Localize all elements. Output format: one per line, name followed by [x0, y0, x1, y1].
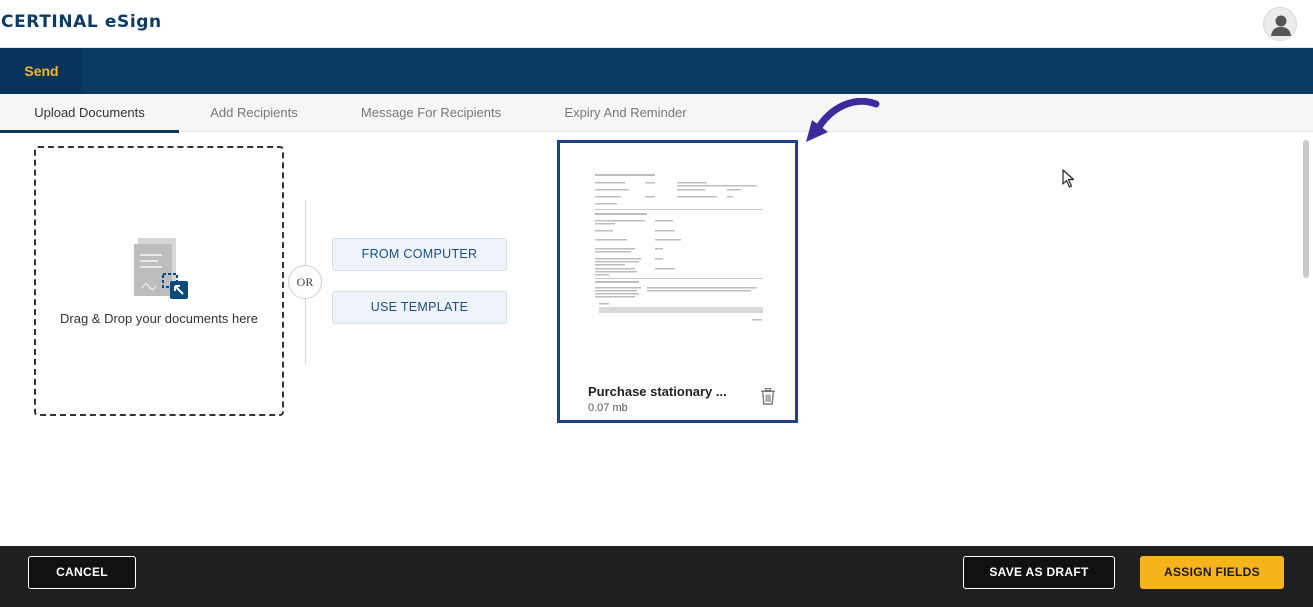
main-nav: Send [0, 48, 1313, 94]
cancel-button[interactable]: CANCEL [28, 556, 136, 589]
or-separator: OR [288, 265, 322, 299]
document-name: Purchase stationary ... [588, 384, 727, 399]
document-dropzone[interactable]: Drag & Drop your documents here [34, 146, 284, 416]
annotation-arrow-icon [806, 98, 880, 142]
esign-app: CERTINAL eSign Send Upload Documents Add… [0, 0, 1313, 607]
app-logo: CERTINAL eSign [1, 12, 162, 32]
step-tabs: Upload Documents Add Recipients Message … [0, 94, 1313, 133]
dropzone-label: Drag & Drop your documents here [60, 311, 258, 326]
footer-bar: CANCEL SAVE AS DRAFT ASSIGN FIELDS [0, 546, 1313, 607]
use-template-button[interactable]: USE TEMPLATE [332, 291, 507, 324]
uploaded-document-card[interactable]: Purchase stationary ... 0.07 mb [557, 140, 798, 423]
document-upload-icon [134, 238, 188, 299]
tab-upload-documents[interactable]: Upload Documents [0, 94, 179, 133]
trash-icon[interactable] [760, 388, 776, 405]
tab-add-recipients[interactable]: Add Recipients [190, 94, 318, 132]
from-computer-button[interactable]: FROM COMPUTER [332, 238, 507, 271]
assign-fields-button[interactable]: ASSIGN FIELDS [1140, 556, 1284, 589]
user-avatar-icon[interactable] [1263, 7, 1297, 41]
document-size: 0.07 mb [588, 402, 628, 414]
nav-send[interactable]: Send [0, 48, 83, 94]
top-header: CERTINAL eSign [0, 0, 1313, 48]
mouse-cursor-icon [1062, 169, 1075, 188]
save-as-draft-button[interactable]: SAVE AS DRAFT [963, 556, 1115, 589]
tab-message-for-recipients[interactable]: Message For Recipients [345, 94, 517, 132]
vertical-scrollbar[interactable] [1303, 140, 1309, 278]
tab-expiry-and-reminder[interactable]: Expiry And Reminder [548, 94, 703, 132]
document-thumbnail [567, 150, 788, 371]
